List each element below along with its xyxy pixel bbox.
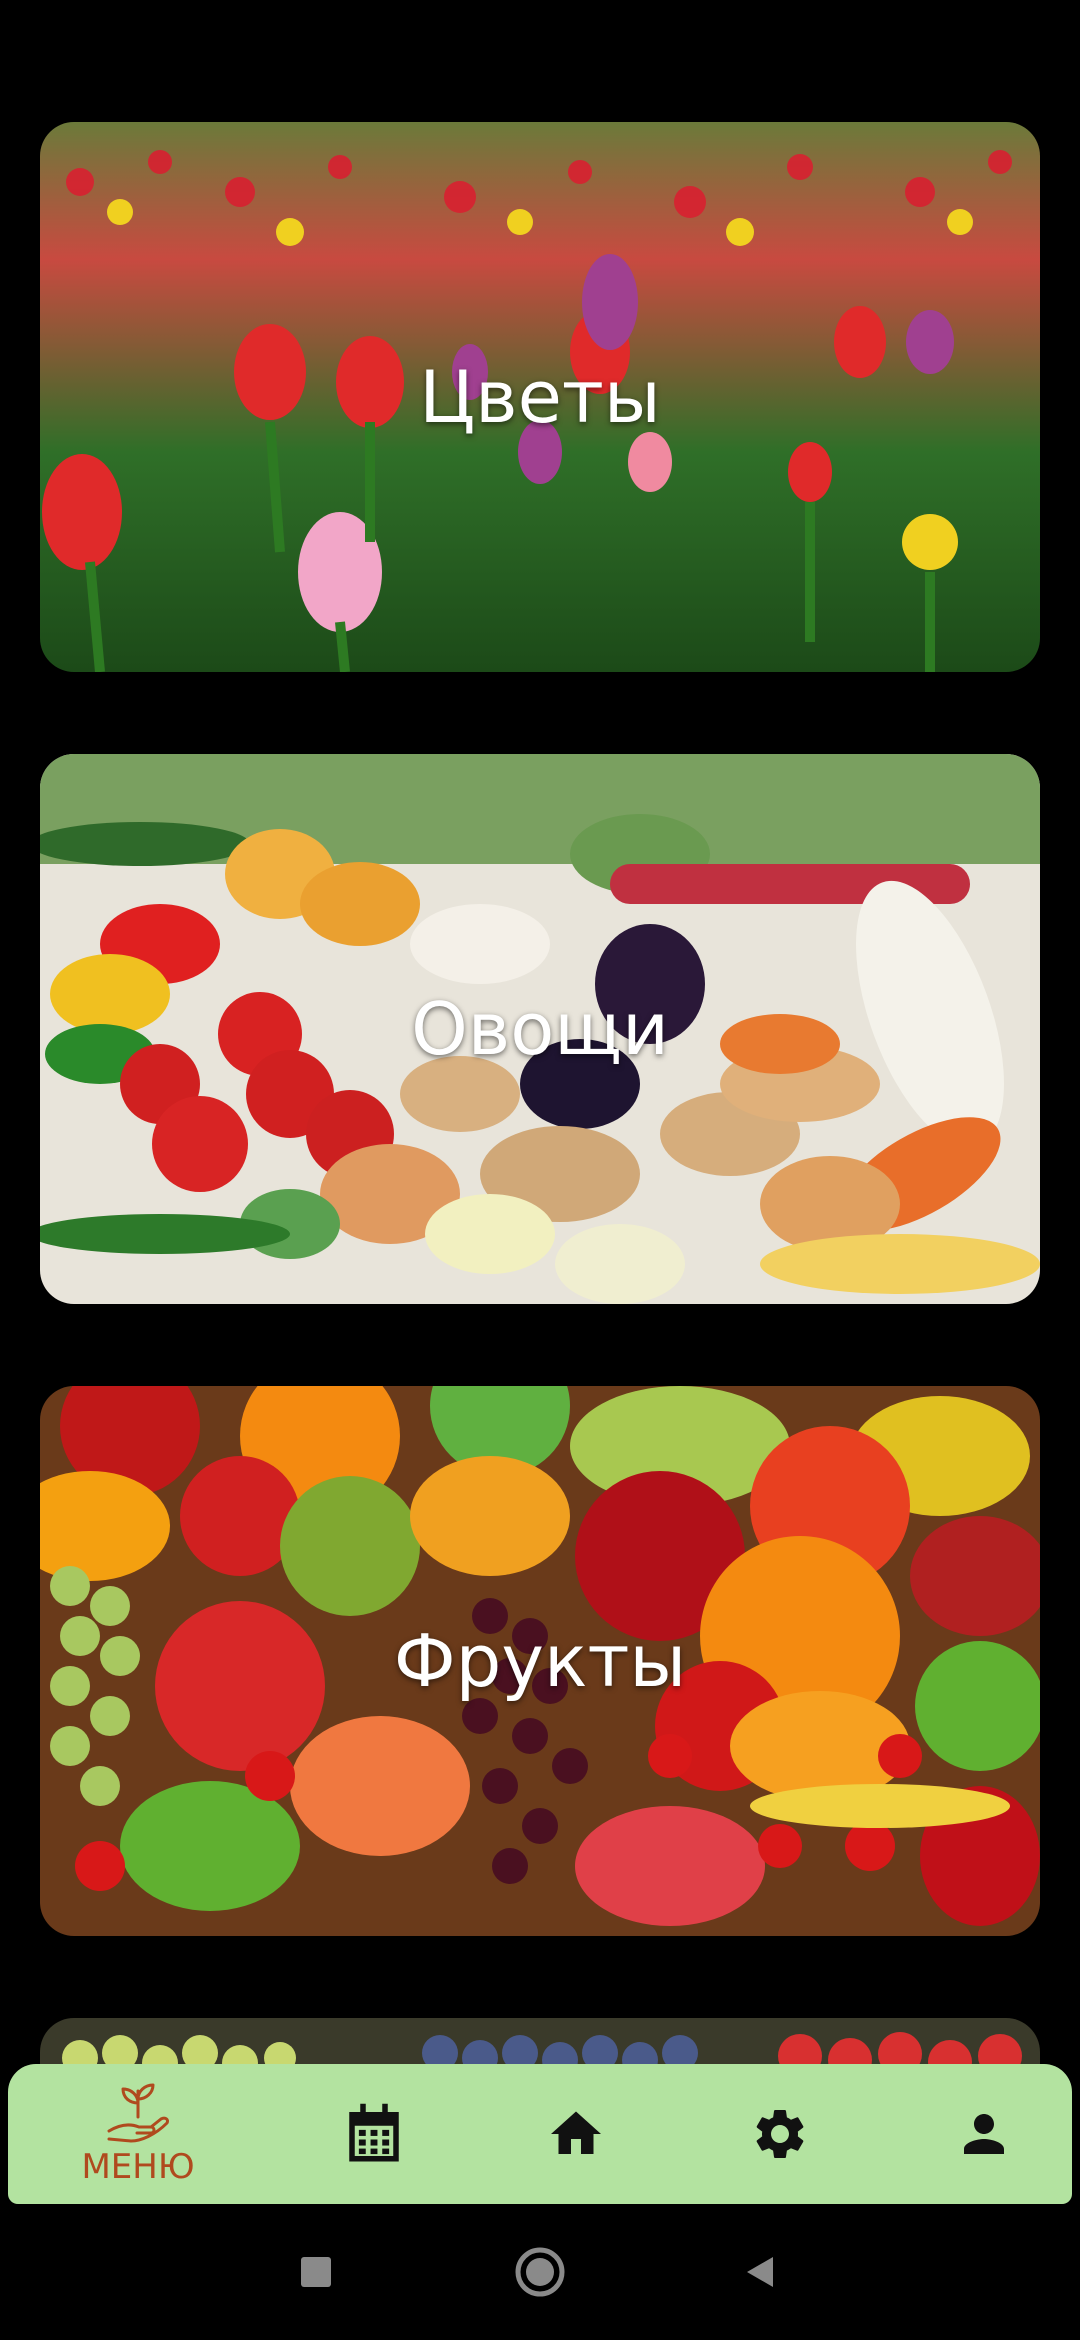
back-icon [747, 2257, 773, 2287]
nav-menu-button[interactable]: МЕНЮ [48, 2064, 228, 2204]
calendar-icon [349, 2103, 399, 2162]
home-circle-icon [515, 2247, 565, 2297]
nav-menu-label: МЕНЮ [81, 2147, 195, 2187]
category-label: Цветы [419, 355, 661, 439]
back-button[interactable] [712, 2204, 808, 2340]
recents-button[interactable] [268, 2204, 364, 2340]
person-icon [964, 2114, 1004, 2154]
bottom-navigation-bar: МЕНЮ [8, 2064, 1072, 2204]
home-icon [551, 2111, 601, 2154]
nav-calendar-button[interactable] [326, 2064, 422, 2204]
category-label: Овощи [411, 987, 669, 1071]
system-navigation-bar [0, 2204, 1080, 2340]
category-label: Фрукты [393, 1619, 687, 1703]
nav-profile-button[interactable] [936, 2064, 1032, 2204]
category-card-fruits[interactable]: Фрукты [40, 1386, 1040, 1936]
category-card-flowers[interactable]: Цветы [40, 122, 1040, 672]
recents-icon [301, 2257, 331, 2287]
system-home-button[interactable] [492, 2204, 588, 2340]
nav-settings-button[interactable] [732, 2064, 828, 2204]
gear-icon [756, 2110, 804, 2158]
plant-hand-icon [107, 2083, 169, 2143]
nav-home-button[interactable] [528, 2064, 624, 2204]
category-card-vegetables[interactable]: Овощи [40, 754, 1040, 1304]
